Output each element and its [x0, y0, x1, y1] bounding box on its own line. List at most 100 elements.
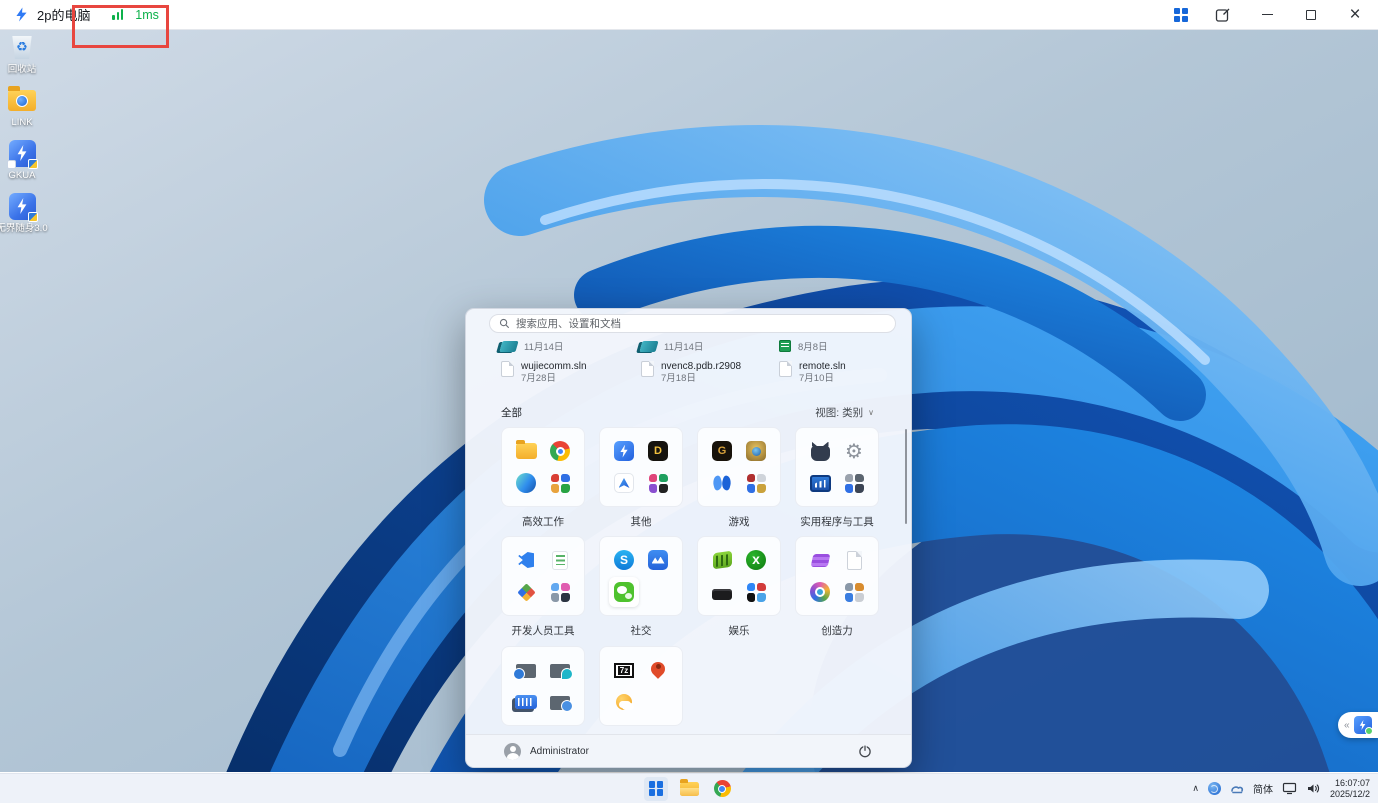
view-category-selector[interactable]: 视图: 类别 ∨	[815, 405, 874, 420]
remote-floating-toolbar[interactable]: «	[1338, 712, 1378, 738]
tile-icon-slot	[643, 545, 673, 575]
category-tile-游戏[interactable]	[697, 427, 781, 507]
category-tile-创造力[interactable]	[795, 536, 879, 616]
tile-icon-slot	[545, 545, 575, 575]
remote-app-mini-icon	[1354, 716, 1372, 734]
recent-file-item[interactable]: nvenc8.pdb.r29087月18日	[641, 361, 741, 385]
document-icon	[641, 361, 654, 377]
tile-icon-slot	[707, 468, 737, 498]
volume-icon[interactable]	[1306, 782, 1321, 795]
desktop-icon-recycle-bin[interactable]: ♻回收站	[0, 33, 50, 75]
recent-item-clipped[interactable]: 8月8日	[779, 339, 828, 353]
ime-language-indicator[interactable]: 简体	[1253, 781, 1273, 796]
desktop-icon-label: GKUA	[0, 170, 50, 181]
recent-item-clipped[interactable]: 11月14日	[641, 339, 703, 353]
category-tile-其他[interactable]	[599, 427, 683, 507]
folder-icon	[516, 443, 537, 459]
start-button[interactable]	[644, 777, 668, 801]
media-group-icon	[747, 583, 766, 602]
recent-file-date: 7月18日	[661, 373, 741, 385]
power-button[interactable]	[857, 743, 873, 759]
tile-icon-slot	[511, 687, 541, 717]
tile-icon-slot	[643, 687, 673, 717]
tile-icon-slot	[805, 436, 835, 466]
tile-icon-slot	[643, 655, 673, 685]
utility-group-icon	[845, 474, 864, 493]
dark-d-app-icon	[648, 441, 668, 461]
windows-logo-icon	[649, 781, 664, 796]
session-note-icon[interactable]	[1214, 6, 1232, 24]
tile-icon-slot	[609, 468, 639, 498]
blue-t-app-icon	[614, 473, 634, 493]
tile-icon-slot	[839, 436, 869, 466]
tile-icon-slot	[643, 577, 673, 607]
collapse-chevrons-icon: «	[1344, 720, 1350, 731]
category-label: 实用程序与工具	[777, 514, 897, 529]
minimize-button[interactable]	[1258, 6, 1276, 24]
desktop-icon-folder-link[interactable]: LINK	[0, 86, 50, 128]
tray-cloud-swoosh-icon[interactable]	[1230, 783, 1244, 795]
username-label[interactable]: Administrator	[530, 746, 589, 757]
start-menu-scrollbar[interactable]	[905, 429, 908, 524]
start-search-input[interactable]: 搜索应用、设置和文档	[489, 314, 896, 333]
hearthstone-icon	[746, 441, 766, 461]
tile-icon-slot	[707, 577, 737, 607]
wujie-app-icon	[8, 139, 36, 167]
recycle-bin-icon: ♻	[8, 33, 36, 61]
category-tile-高效工作[interactable]	[501, 427, 585, 507]
remote-assist-icon	[550, 696, 570, 710]
user-avatar[interactable]	[504, 743, 521, 760]
onscreen-keyboard-icon	[515, 695, 537, 709]
tile-icon-slot	[609, 655, 639, 685]
apps-grid-icon[interactable]	[1174, 8, 1188, 22]
tray-overflow-chevron-icon[interactable]: ∧	[1192, 783, 1199, 794]
tile-icon-slot	[545, 655, 575, 685]
recent-item-date: 8月8日	[798, 339, 828, 353]
map-pin-icon	[648, 660, 668, 680]
settings-gear-icon	[844, 441, 864, 461]
category-tile-娱乐[interactable]	[697, 536, 781, 616]
maximize-button[interactable]	[1302, 6, 1320, 24]
tray-globe-icon[interactable]	[1208, 782, 1221, 795]
tray-time: 16:07:07	[1330, 778, 1370, 789]
dark-cat-tool-icon	[811, 446, 830, 461]
tile-icon-slot	[643, 436, 673, 466]
monitor-chart-icon	[810, 475, 831, 492]
section-all-label: 全部	[501, 405, 522, 420]
edge-icon	[516, 473, 536, 493]
category-tile-row2-1[interactable]	[599, 646, 683, 726]
blue-mountain-app-icon	[648, 550, 668, 570]
category-tile-实用程序与工具[interactable]	[795, 427, 879, 507]
tile-icon-slot	[741, 577, 771, 607]
search-icon	[499, 318, 510, 329]
wechat-icon	[614, 582, 634, 602]
misc-group-icon	[649, 474, 668, 493]
desktop-icon-wujie-portable-app[interactable]: 无界随身3.0	[0, 192, 50, 234]
vscode-icon	[516, 550, 536, 570]
desktop-icon-wujie-app[interactable]: GKUA	[0, 139, 50, 181]
games-group-icon	[747, 474, 766, 493]
chevron-down-icon: ∨	[868, 408, 874, 417]
file-explorer-button[interactable]	[677, 777, 701, 801]
close-button[interactable]: ×	[1346, 6, 1364, 24]
recent-item-clipped[interactable]: 11月14日	[501, 339, 563, 353]
blank-document-icon	[847, 551, 862, 570]
tile-icon-slot	[511, 545, 541, 575]
category-tile-row2-0[interactable]	[501, 646, 585, 726]
recent-file-item[interactable]: remote.sln7月10日	[779, 361, 846, 385]
document-icon	[779, 361, 792, 377]
narrator-icon	[550, 664, 570, 678]
chrome-button[interactable]	[710, 777, 734, 801]
category-tile-社交[interactable]	[599, 536, 683, 616]
blue-butterfly-icon	[712, 473, 732, 493]
chrome-icon	[550, 441, 570, 461]
lightning-app-icon	[614, 441, 634, 461]
category-tile-开发人员工具[interactable]	[501, 536, 585, 616]
cast-display-icon[interactable]	[1282, 782, 1297, 795]
tile-icon-slot	[511, 655, 541, 685]
green-film-icon	[713, 551, 732, 570]
tray-clock[interactable]: 16:07:07 2025/12/2	[1330, 778, 1370, 799]
chrome-icon	[714, 780, 731, 797]
recent-file-item[interactable]: wujiecomm.sln7月28日	[501, 361, 587, 385]
wujie-portable-app-icon	[8, 192, 36, 220]
